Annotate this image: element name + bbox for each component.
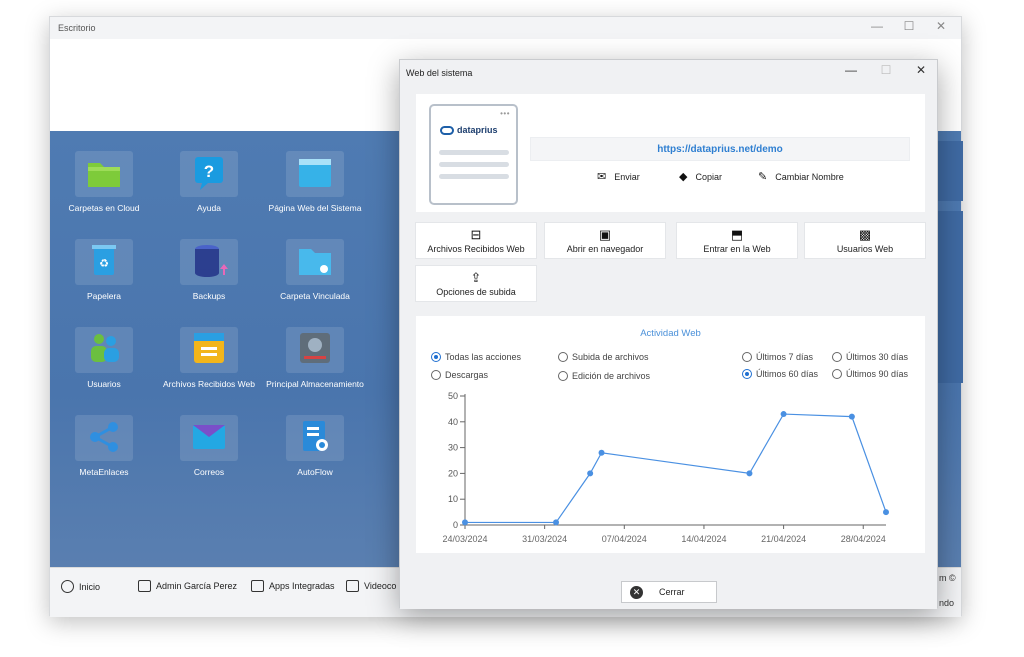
tile-autoflow[interactable]: AutoFlow [263, 415, 367, 478]
data-point [848, 413, 855, 420]
enter-web-icon: ⬒ [730, 227, 744, 242]
tile-backups[interactable]: Backups [157, 239, 261, 302]
close-button[interactable]: ✕ [926, 19, 956, 33]
web-del-sistema-dialog: Web del sistema — ☐ ✕ ••• dataprius http… [399, 59, 938, 609]
series-line [465, 413, 887, 524]
data-point [780, 411, 787, 418]
rename-button[interactable]: ✎ Cambiar Nombre [758, 170, 844, 183]
more-dots-icon: ••• [500, 109, 510, 118]
y-tick-label: 30 [448, 443, 458, 453]
tile-carpetas-en-cloud[interactable]: Carpetas en Cloud [52, 151, 156, 214]
upload-options-icon: ⇪ [470, 270, 482, 285]
data-point [746, 470, 753, 477]
edit-icon: ✎ [758, 171, 768, 183]
dialog-minimize-button[interactable]: — [836, 63, 866, 77]
x-tick-label: 31/03/2024 [522, 534, 567, 544]
archivos-recibidos-web-button[interactable]: ⊟ Archivos Recibidos Web [415, 222, 537, 259]
y-tick-label: 0 [453, 520, 458, 530]
tile-principal-almacenamiento[interactable]: Principal Almacenamiento [263, 327, 367, 390]
close-circle-icon: ✕ [630, 585, 643, 599]
received-files-icon [180, 327, 238, 373]
entrar-en-la-web-button[interactable]: ⬒ Entrar en la Web [676, 222, 798, 259]
svg-text:♻: ♻ [99, 258, 109, 270]
autoflow-icon [286, 415, 344, 461]
copy-button[interactable]: ◆ Copiar [679, 170, 722, 183]
envelope-icon: ✉ [597, 171, 607, 183]
dialog-title: Web del sistema [406, 68, 473, 78]
recycle-bin-icon: ♻ [75, 239, 133, 285]
y-tick-label: 40 [448, 417, 458, 427]
dialog-close-button[interactable]: ✕ [906, 63, 936, 77]
y-tick-label: 20 [448, 468, 458, 478]
minimize-button[interactable]: — [862, 19, 892, 33]
opciones-de-subida-button[interactable]: ⇪ Opciones de subida [415, 265, 537, 302]
browser-icon: ▣ [598, 227, 612, 242]
web-page-icon [286, 151, 344, 197]
user-badge-icon [138, 580, 151, 592]
tile-ayuda[interactable]: ? Ayuda [157, 151, 261, 214]
tile-carpeta-vinculada[interactable]: Carpeta Vinculada [263, 239, 367, 302]
database-backup-icon [180, 239, 238, 285]
dialog-maximize-button[interactable]: ☐ [871, 63, 901, 77]
linked-folder-icon [286, 239, 344, 285]
video-button[interactable]: Videoco [346, 580, 396, 592]
activity-line-chart: 0 10 20 30 40 50 24/03/2024 31/03/2024 07/04/202… [442, 391, 889, 544]
activity-chart-panel: Actividad Web Todas las acciones Subida … [416, 316, 925, 553]
taskbar-end-text: ndo [939, 598, 955, 608]
data-point [462, 519, 468, 526]
data-point [598, 449, 605, 456]
cerrar-button[interactable]: ✕ Cerrar [621, 581, 717, 603]
user-portrait-icon: ▩ [858, 227, 872, 242]
copyright-text: m © [939, 573, 956, 583]
x-tick-label: 28/04/2024 [841, 534, 886, 544]
start-button[interactable]: Inicio [61, 580, 100, 593]
maximize-button[interactable]: ☐ [894, 19, 924, 33]
data-point [587, 470, 594, 477]
tile-papelera[interactable]: ♻ Papelera [52, 239, 156, 302]
x-tick-label: 07/04/2024 [602, 534, 647, 544]
x-tick-label: 24/03/2024 [442, 534, 487, 544]
tile-archivos-recibidos-web[interactable]: Archivos Recibidos Web [157, 327, 261, 390]
y-tick-label: 10 [448, 494, 458, 504]
user-button[interactable]: Admin García Perez [138, 580, 237, 592]
svg-text:?: ? [204, 162, 214, 181]
tile-pagina-web-del-sistema[interactable]: Página Web del Sistema [263, 151, 367, 214]
share-nodes-icon [75, 415, 133, 461]
dialog-footer: ✕ Cerrar [400, 569, 937, 609]
abrir-en-navegador-button[interactable]: ▣ Abrir en navegador [544, 222, 666, 259]
dataprius-logo: dataprius [440, 125, 498, 135]
tile-metaenlaces[interactable]: MetaEnlaces [52, 415, 156, 478]
data-point [883, 509, 889, 516]
web-url-link[interactable]: https://dataprius.net/demo [530, 137, 910, 161]
x-tick-label: 14/04/2024 [681, 534, 726, 544]
tile-correos[interactable]: Correos [157, 415, 261, 478]
users-icon [75, 327, 133, 373]
apps-button[interactable]: Apps Integradas [251, 580, 335, 592]
video-camera-icon [346, 580, 359, 592]
main-window-title: Escritorio [50, 17, 961, 39]
usuarios-web-button[interactable]: ▩ Usuarios Web [804, 222, 926, 259]
copy-layers-icon: ◆ [679, 171, 688, 183]
send-button[interactable]: ✉ Enviar [597, 170, 640, 183]
chevron-up-circle-icon [61, 580, 74, 593]
apps-window-icon [251, 580, 264, 592]
storage-icon [286, 327, 344, 373]
y-tick-label: 50 [448, 391, 458, 401]
data-point [553, 519, 560, 526]
help-icon: ? [180, 151, 238, 197]
inbox-icon: ⊟ [470, 227, 482, 242]
mail-icon [180, 415, 238, 461]
tile-usuarios[interactable]: Usuarios [52, 327, 156, 390]
cloud-icon [440, 125, 454, 135]
x-tick-label: 21/04/2024 [761, 534, 806, 544]
folder-icon [75, 151, 133, 197]
web-link-panel: ••• dataprius https://dataprius.net/demo… [416, 94, 925, 212]
site-thumbnail: ••• dataprius [429, 104, 518, 205]
